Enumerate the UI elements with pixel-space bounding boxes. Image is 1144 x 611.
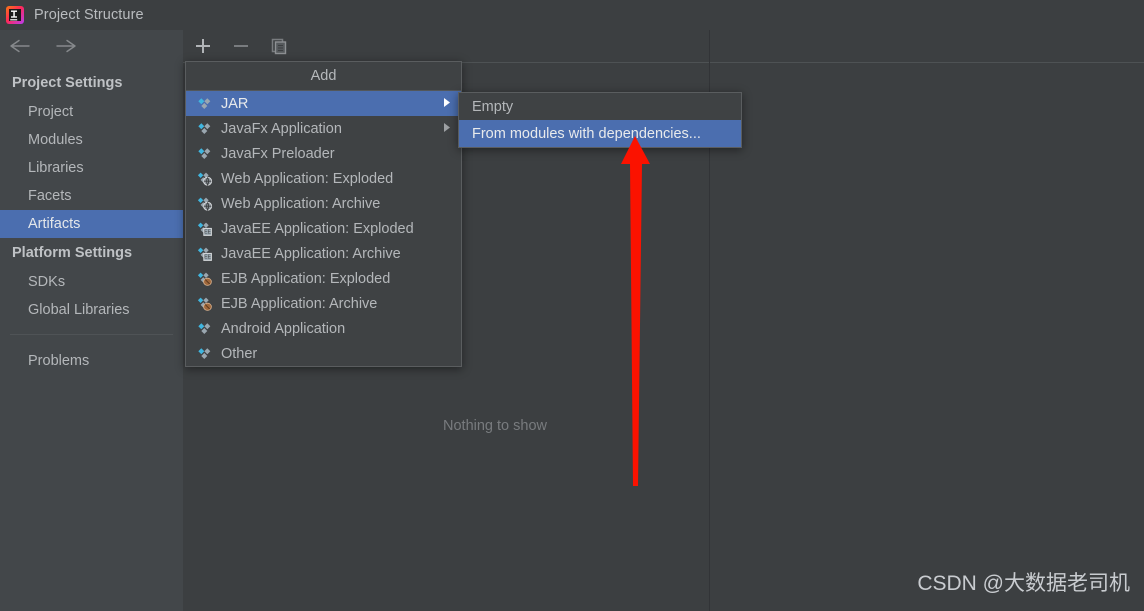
artifacts-toolbar	[183, 30, 719, 62]
settings-sidebar: Project Settings Project Modules Librari…	[0, 30, 183, 611]
javaee-icon: EE	[196, 220, 213, 237]
menu-item-label: Web Application: Exploded	[221, 170, 394, 187]
submenu-item-from-modules-with-dependencies[interactable]: From modules with dependencies...	[459, 120, 741, 147]
minus-icon[interactable]	[230, 35, 252, 57]
sidebar-navigation	[0, 30, 183, 62]
menu-item-javafx-application[interactable]: JavaFx Application	[186, 116, 461, 141]
details-pane-underline	[710, 62, 1144, 63]
submenu-item-empty[interactable]: Empty	[459, 93, 741, 120]
window-title: Project Structure	[34, 7, 144, 23]
sidebar-item-project[interactable]: Project	[0, 98, 183, 126]
svg-text:EE: EE	[204, 255, 211, 261]
menu-item-label: EJB Application: Exploded	[221, 270, 391, 287]
artifact-details-pane	[710, 30, 1144, 611]
javaee-icon: EE	[196, 245, 213, 262]
add-artifact-popup-menu: Add JAR JavaFx Application JavaFx Preloa…	[185, 61, 462, 367]
ejb-icon	[196, 270, 213, 287]
menu-item-label: JavaEE Application: Archive	[221, 245, 401, 262]
menu-item-label: JAR	[221, 95, 249, 112]
arrow-left-icon[interactable]	[8, 37, 34, 55]
sidebar-item-problems[interactable]: Problems	[0, 347, 183, 375]
web-icon	[196, 170, 213, 187]
menu-item-label: Other	[221, 345, 258, 362]
sidebar-item-artifacts[interactable]: Artifacts	[0, 210, 183, 238]
menu-item-label: Android Application	[221, 320, 346, 337]
javafx-icon	[196, 145, 213, 162]
menu-item-javaee-application-exploded[interactable]: EE JavaEE Application: Exploded	[186, 216, 461, 241]
empty-state-message: Nothing to show	[443, 418, 547, 434]
sidebar-item-libraries[interactable]: Libraries	[0, 154, 183, 182]
menu-item-other[interactable]: Other	[186, 341, 461, 366]
menu-item-javaee-application-archive[interactable]: EE JavaEE Application: Archive	[186, 241, 461, 266]
menu-item-ejb-application-exploded[interactable]: EJB Application: Exploded	[186, 266, 461, 291]
menu-item-ejb-application-archive[interactable]: EJB Application: Archive	[186, 291, 461, 316]
intellij-idea-logo-icon	[6, 6, 24, 24]
csdn-watermark: CSDN @大数据老司机	[917, 572, 1130, 595]
sidebar-item-global-libraries[interactable]: Global Libraries	[0, 296, 183, 324]
javafx-icon	[196, 120, 213, 137]
sidebar-item-sdks[interactable]: SDKs	[0, 268, 183, 296]
jar-submenu: Empty From modules with dependencies...	[458, 92, 742, 148]
arrow-right-icon[interactable]	[52, 37, 78, 55]
menu-item-label: Web Application: Archive	[221, 195, 381, 212]
menu-item-label: JavaFx Application	[221, 120, 342, 137]
sidebar-heading-platform-settings: Platform Settings	[12, 245, 133, 261]
menu-item-web-application-archive[interactable]: Web Application: Archive	[186, 191, 461, 216]
menu-item-label: EJB Application: Archive	[221, 295, 378, 312]
plus-icon[interactable]	[192, 35, 214, 57]
other-icon	[196, 345, 213, 362]
sidebar-item-modules[interactable]: Modules	[0, 126, 183, 154]
sidebar-heading-project-settings: Project Settings	[12, 75, 123, 91]
menu-item-web-application-exploded[interactable]: Web Application: Exploded	[186, 166, 461, 191]
jar-icon	[196, 95, 213, 112]
menu-item-javafx-preloader[interactable]: JavaFx Preloader	[186, 141, 461, 166]
sidebar-item-facets[interactable]: Facets	[0, 182, 183, 210]
details-pane-header	[710, 30, 1144, 62]
menu-item-android-application[interactable]: Android Application	[186, 316, 461, 341]
copy-icon[interactable]	[268, 35, 290, 57]
chevron-right-icon	[443, 96, 452, 112]
svg-text:EE: EE	[204, 230, 211, 236]
ejb-icon	[196, 295, 213, 312]
menu-item-jar[interactable]: JAR	[186, 91, 461, 116]
menu-item-label: JavaEE Application: Exploded	[221, 220, 414, 237]
chevron-right-icon	[443, 121, 452, 137]
menu-item-label: JavaFx Preloader	[221, 145, 335, 162]
add-menu-title: Add	[186, 62, 461, 91]
android-icon	[196, 320, 213, 337]
window-title-bar: Project Structure	[0, 0, 1144, 30]
sidebar-divider	[10, 334, 173, 335]
web-icon	[196, 195, 213, 212]
sidebar-item-list: Project Settings Project Modules Librari…	[0, 62, 183, 375]
